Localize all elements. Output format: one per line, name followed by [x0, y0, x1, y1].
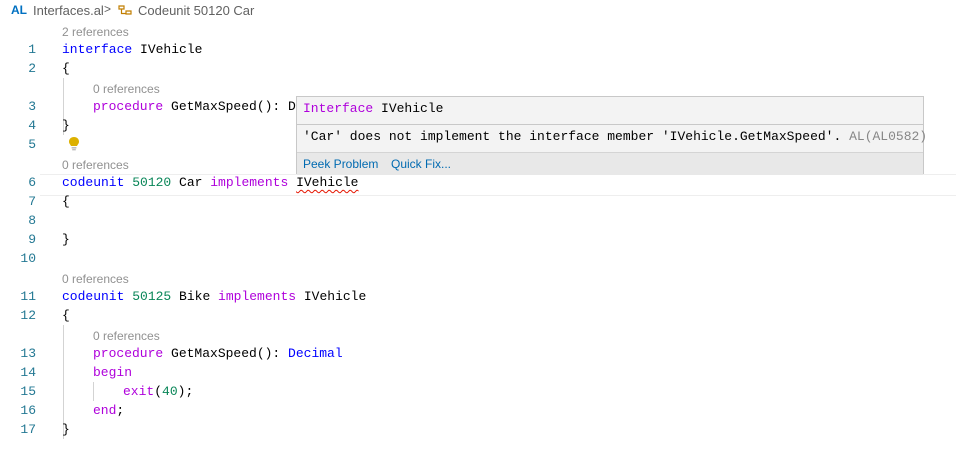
error-squiggle[interactable]: IVehicle [296, 175, 358, 190]
keyword: exit [123, 384, 155, 399]
keyword: codeunit [62, 289, 125, 304]
al-file-icon: AL [11, 3, 27, 17]
object-id: 50120 [124, 175, 172, 190]
identifier: IVehicle [132, 42, 203, 57]
divider [297, 124, 923, 125]
breadcrumb-file[interactable]: Interfaces.al [33, 3, 104, 18]
lightbulb-icon[interactable] [68, 136, 80, 151]
code-line: end; [93, 401, 124, 420]
line-number: 13 [20, 346, 36, 361]
codelens-references[interactable]: 0 references [62, 271, 129, 288]
line-number: 16 [20, 403, 36, 418]
keyword: begin [93, 365, 133, 380]
line-number: 1 [28, 42, 36, 57]
line-number: 14 [20, 365, 36, 380]
keyword: procedure [93, 346, 164, 361]
code-line: } [62, 118, 70, 133]
code-line: codeunit 50120 Car implements IVehicle [62, 173, 359, 192]
code-line: { [62, 61, 70, 76]
diagnostic-code[interactable]: AL(AL0582) [849, 129, 927, 144]
punctuation: ; [116, 403, 125, 418]
code-line: codeunit 50125 Bike implements IVehicle [62, 287, 366, 306]
codeunit-symbol-icon [118, 5, 132, 15]
object-id: 50125 [124, 289, 172, 304]
code-line: exit(40); [123, 382, 193, 401]
codelens-references[interactable]: 0 references [62, 157, 129, 174]
line-number: 10 [20, 251, 36, 266]
keyword: implements [218, 289, 297, 304]
keyword: procedure [93, 99, 164, 114]
line-number: 3 [28, 99, 36, 114]
code-line: procedure GetMaxSpeed(): D [93, 97, 296, 116]
line-number: 8 [28, 213, 36, 228]
codelens-references[interactable]: 0 references [93, 81, 160, 98]
identifier: GetMaxSpeed(): [163, 346, 289, 361]
keyword: implements [210, 175, 289, 190]
punctuation: ); [177, 384, 194, 399]
line-number: 9 [28, 232, 36, 247]
type: Decimal [288, 346, 343, 361]
number: 40 [162, 384, 178, 399]
codelens-references[interactable]: 2 references [62, 24, 129, 41]
line-number: 6 [28, 175, 36, 190]
code-editor[interactable]: 2 references 1 interface IVehicle 2 { 0 … [0, 22, 956, 459]
line-number: 15 [20, 384, 36, 399]
line-number: 7 [28, 194, 36, 209]
code-line: begin [93, 363, 132, 382]
quick-fix-link[interactable]: Quick Fix... [391, 157, 451, 171]
code-line: } [62, 232, 70, 247]
punctuation: ( [154, 384, 163, 399]
keyword: interface [62, 42, 133, 57]
keyword: end [93, 403, 117, 418]
identifier: IVehicle [373, 101, 444, 116]
line-number: 11 [20, 289, 36, 304]
line-number: 5 [28, 137, 36, 152]
identifier: Car [171, 175, 211, 190]
code-line: procedure GetMaxSpeed(): Decimal [93, 344, 343, 363]
indent-guide [93, 382, 94, 401]
identifier: IVehicle [296, 289, 367, 304]
breadcrumb: AL Interfaces.al > Codeunit 50120 Car [0, 0, 956, 22]
hover-title: Interface IVehicle [303, 101, 443, 116]
code-line: { [62, 194, 70, 209]
message-text: 'Car' does not implement the interface m… [303, 129, 850, 144]
diagnostic-message: 'Car' does not implement the interface m… [303, 129, 927, 144]
chevron-right-icon: > [104, 2, 112, 16]
line-number: 4 [28, 118, 36, 133]
line-number: 12 [20, 308, 36, 323]
hover-actions: Peek Problem Quick Fix... [297, 152, 923, 175]
line-number: 2 [28, 61, 36, 76]
keyword: Interface [303, 101, 374, 116]
code-line: interface IVehicle [62, 40, 202, 59]
diagnostic-hover: Interface IVehicle 'Car' does not implem… [296, 96, 927, 175]
identifier: GetMaxSpeed(): D [163, 99, 296, 114]
code-line: } [62, 422, 70, 437]
line-number: 17 [20, 422, 36, 437]
breadcrumb-object[interactable]: Codeunit 50120 Car [138, 3, 254, 18]
codelens-references[interactable]: 0 references [93, 328, 160, 345]
peek-problem-link[interactable]: Peek Problem [303, 157, 378, 171]
keyword: codeunit [62, 175, 125, 190]
code-line: { [62, 308, 70, 323]
identifier: Bike [171, 289, 219, 304]
